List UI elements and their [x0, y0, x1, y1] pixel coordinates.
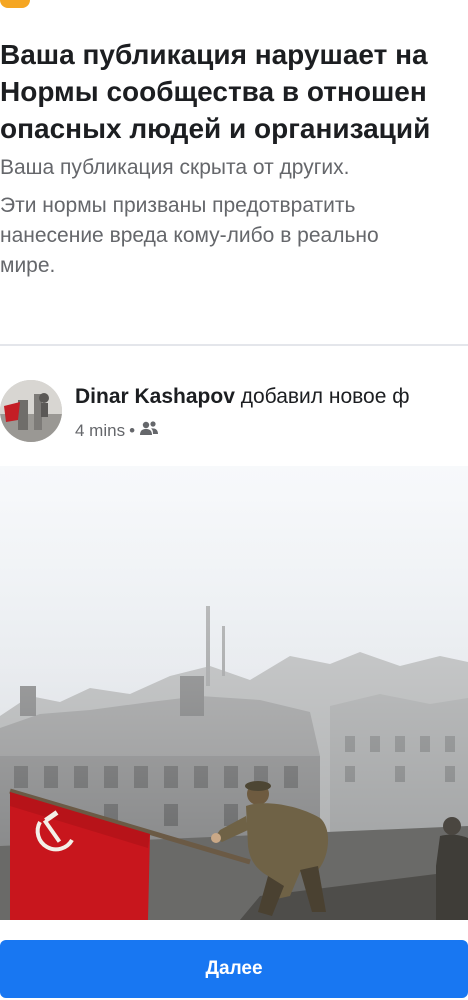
- notice-title-line: Ваша публикация нарушает на: [0, 39, 428, 70]
- post-header: Dinar Kashapov добавил новое ф 4 mins •: [0, 378, 468, 448]
- friends-icon[interactable]: [139, 420, 159, 442]
- flag-raising-photo-image: [0, 466, 468, 920]
- notice-description-line: Эти нормы призваны предотвратить: [0, 194, 356, 217]
- notice-description-line: нанесение вреда кому-либо в реально: [0, 224, 379, 247]
- meta-separator: •: [129, 421, 136, 440]
- post-timestamp[interactable]: 4 mins: [75, 420, 125, 442]
- author-avatar[interactable]: [0, 380, 62, 442]
- post-action-text: добавил новое ф: [234, 385, 410, 408]
- warning-badge-icon: [0, 0, 30, 8]
- post-photo[interactable]: [0, 466, 468, 920]
- footer-bar: Далее: [0, 920, 468, 1000]
- notice-description-line: мире.: [0, 254, 56, 277]
- notice-title: Ваша публикация нарушает на Нормы сообще…: [0, 36, 468, 147]
- section-divider: [0, 344, 468, 346]
- avatar-image: [0, 380, 62, 442]
- post-meta: 4 mins •: [75, 420, 159, 442]
- notice-title-line: опасных людей и организаций: [0, 113, 431, 144]
- notice-title-line: Нормы сообщества в отношен: [0, 76, 427, 107]
- post-author-line: Dinar Kashapov добавил новое ф: [75, 384, 410, 410]
- notice-subtitle: Ваша публикация скрыта от других.: [0, 156, 350, 179]
- notice-description: Эти нормы призваны предотвратить нанесен…: [0, 191, 468, 281]
- violation-notice: Ваша публикация нарушает на Нормы сообще…: [0, 36, 468, 281]
- next-button[interactable]: Далее: [0, 940, 468, 998]
- author-name-link[interactable]: Dinar Kashapov: [75, 385, 235, 408]
